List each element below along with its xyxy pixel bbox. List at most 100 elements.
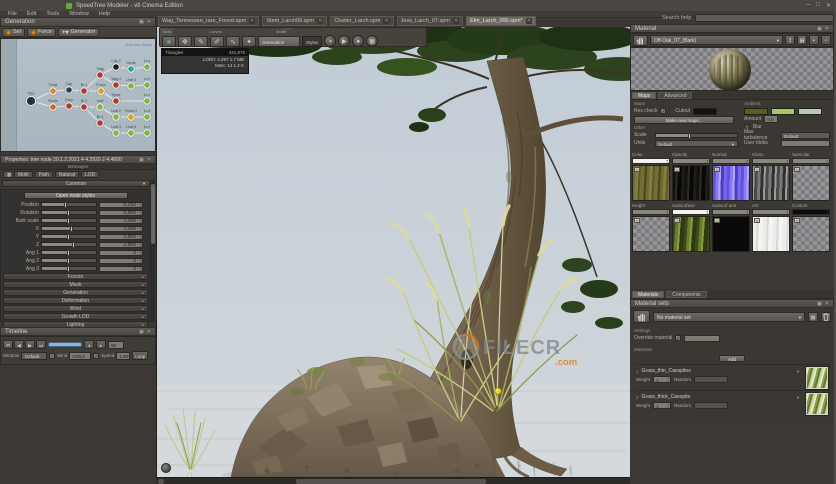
property-slider[interactable] bbox=[41, 202, 97, 208]
property-value-field[interactable]: 0 ▴ ▾ bbox=[99, 265, 143, 272]
property-slider[interactable] bbox=[41, 258, 97, 264]
node-graph-canvas[interactable]: Tree Trunk Roots Cap Knot Br 1 Br 2 Twig Frond Le… bbox=[1, 39, 155, 151]
map-thumbnail-subsurf-amt[interactable]: ✎ bbox=[712, 216, 750, 252]
grid-icon[interactable]: ▦ bbox=[808, 311, 818, 322]
key-next-button[interactable]: ▸ bbox=[96, 340, 106, 349]
map-thumbnail-normal[interactable]: ✎ bbox=[712, 165, 750, 201]
scrollbar-button[interactable] bbox=[158, 479, 164, 484]
property-group-forces[interactable]: Forces ▸ bbox=[3, 273, 148, 280]
close-button[interactable]: ✕ bbox=[826, 2, 831, 9]
make-maps-button[interactable]: Make new maps... bbox=[634, 116, 734, 124]
generator-node[interactable]: Roots bbox=[48, 99, 58, 112]
random-field[interactable] bbox=[693, 376, 728, 383]
map-source-selector[interactable]: ▴ ▾ bbox=[632, 209, 670, 216]
tab-close-icon[interactable]: ✕ bbox=[525, 18, 532, 24]
fullscreen-button[interactable]: ▦ bbox=[366, 35, 379, 47]
generator-node[interactable]: Tree bbox=[25, 92, 37, 107]
styles-toggle[interactable]: Styles bbox=[302, 35, 323, 47]
map-source-selector[interactable]: ▴ ▾ bbox=[712, 209, 750, 216]
window-dropdown[interactable]: Default bbox=[21, 351, 48, 360]
generator-node[interactable]: Twig bbox=[95, 67, 105, 80]
viewport-3d[interactable]: FILECR .com Tools Curves Mode ♣ ✥ ✎ ✐ ∿ … bbox=[156, 27, 630, 477]
dock-icon[interactable]: ▣ bbox=[139, 157, 144, 163]
trash-icon[interactable] bbox=[821, 311, 831, 322]
mode-dropdown[interactable]: Generation bbox=[258, 35, 300, 47]
edit-map-icon[interactable]: ✎ bbox=[634, 218, 640, 223]
node-styles-button[interactable]: Open node styles bbox=[23, 192, 128, 199]
generator-node[interactable]: Frond 2 bbox=[125, 109, 137, 122]
generator-node[interactable]: Leaf 3 bbox=[111, 125, 121, 138]
material-item-thumbnail[interactable] bbox=[805, 366, 829, 390]
tab-components[interactable]: Components bbox=[666, 291, 707, 298]
speed-field[interactable]: 1.00 bbox=[116, 351, 131, 360]
property-value-field[interactable]: 0.500 ▴ ▾ bbox=[99, 209, 143, 216]
property-slider[interactable] bbox=[41, 210, 97, 216]
generator-node[interactable]: Spine bbox=[111, 93, 121, 106]
map-source-selector[interactable]: ▴ ▾ bbox=[632, 158, 670, 165]
material-item-name[interactable]: Grass_thick_Caespito bbox=[642, 394, 691, 400]
edit-map-icon[interactable]: ✎ bbox=[794, 218, 800, 223]
property-value-field[interactable]: 0 ▴ ▾ bbox=[99, 249, 143, 256]
generator-node[interactable]: Lv b bbox=[142, 77, 152, 90]
map-source-selector[interactable]: ▴ ▾ bbox=[672, 209, 710, 216]
maximize-button[interactable]: □ bbox=[816, 2, 820, 9]
curve-draw-button[interactable]: ✐ bbox=[210, 35, 224, 47]
viewport-scrollbar[interactable] bbox=[156, 477, 630, 484]
amount-field[interactable]: 0.5 bbox=[764, 115, 779, 123]
delete-material-icon[interactable]: ▫ bbox=[821, 35, 831, 45]
force-tool-button[interactable]: Force bbox=[26, 27, 57, 37]
camera-orbit-widget[interactable] bbox=[161, 463, 171, 473]
map-thumbnail-gloss[interactable]: ✎ bbox=[752, 165, 790, 201]
show-tree-button[interactable]: ♣ bbox=[162, 35, 176, 47]
generator-node[interactable]: Leaf 4 bbox=[126, 78, 136, 91]
units-dropdown[interactable]: Default ▼ bbox=[655, 139, 738, 147]
map-source-selector[interactable]: ▴ ▾ bbox=[792, 209, 830, 216]
generator-node[interactable]: Lv e bbox=[142, 125, 152, 138]
map-thumbnail-ao[interactable]: ✎ bbox=[752, 216, 790, 252]
environment-sphere-button[interactable]: ● bbox=[352, 35, 365, 47]
tab-close-icon[interactable]: ✕ bbox=[317, 18, 324, 24]
user-blobs-field[interactable] bbox=[781, 139, 830, 147]
map-source-selector[interactable]: ▴ ▾ bbox=[752, 209, 790, 216]
close-panel-icon[interactable]: ✕ bbox=[147, 157, 151, 163]
scrollbar-thumb[interactable] bbox=[296, 479, 486, 484]
wind-time-field[interactable]: 0:00.0 bbox=[69, 351, 92, 360]
scale-slider[interactable] bbox=[655, 132, 738, 139]
edit-map-icon[interactable]: ✎ bbox=[674, 167, 680, 172]
generator-node[interactable]: Lv a bbox=[142, 59, 152, 72]
map-thumbnail-subsurface[interactable]: ✎ bbox=[672, 216, 710, 252]
map-source-selector[interactable]: ▴ ▾ bbox=[752, 158, 790, 165]
minimize-button[interactable]: ─ bbox=[806, 2, 810, 9]
dock-icon[interactable]: ▣ bbox=[817, 301, 822, 307]
edit-map-icon[interactable]: ✎ bbox=[674, 218, 680, 223]
turbulence-dropdown[interactable]: Default bbox=[781, 131, 830, 139]
properties-scrollbar[interactable] bbox=[151, 180, 155, 322]
edit-map-icon[interactable]: ✎ bbox=[634, 167, 640, 172]
property-group-deformation[interactable]: Deformation ▸ bbox=[3, 297, 148, 304]
grid-icon[interactable]: ▦ bbox=[797, 35, 807, 45]
export-icon[interactable]: ↥ bbox=[785, 35, 795, 45]
tab-close-icon[interactable]: ✕ bbox=[383, 18, 390, 24]
material-set-dropdown[interactable]: No material set ▼ bbox=[653, 311, 805, 322]
go-start-button[interactable]: ⏮ bbox=[3, 340, 13, 349]
search-help-input[interactable] bbox=[695, 14, 834, 22]
dock-icon[interactable]: ▣ bbox=[139, 329, 144, 335]
tab-materials[interactable]: Materials bbox=[632, 291, 665, 298]
map-thumbnail-custom[interactable]: ✎ bbox=[792, 216, 830, 252]
random-field[interactable] bbox=[693, 402, 728, 409]
document-tab[interactable]: Stem_Larch00.spm ✕ bbox=[262, 16, 328, 26]
dock-icon[interactable]: ▣ bbox=[139, 19, 144, 25]
grid-view-tab[interactable]: ▦ bbox=[3, 171, 12, 178]
map-thumbnail-opacity[interactable]: ✎ bbox=[672, 165, 710, 201]
pan-tool-button[interactable]: ✥ bbox=[178, 35, 192, 47]
generator-node[interactable]: Cap bbox=[64, 82, 74, 95]
document-tab[interactable]: Elm_Larch_000.spm* ✕ bbox=[466, 16, 536, 26]
chevron-down-icon[interactable]: ▼ bbox=[796, 369, 800, 374]
ambient-color-swatch[interactable] bbox=[771, 107, 795, 115]
map-source-selector[interactable]: ▴ ▾ bbox=[672, 158, 710, 165]
property-value-field[interactable]: 1.000 ▴ ▾ bbox=[99, 225, 143, 232]
map-thumbnail-color[interactable]: ✎ bbox=[632, 165, 670, 201]
generator-node[interactable]: Leaf bbox=[95, 99, 105, 112]
cutout-swatch[interactable] bbox=[693, 107, 718, 115]
ambient-color-swatch[interactable] bbox=[744, 107, 768, 115]
